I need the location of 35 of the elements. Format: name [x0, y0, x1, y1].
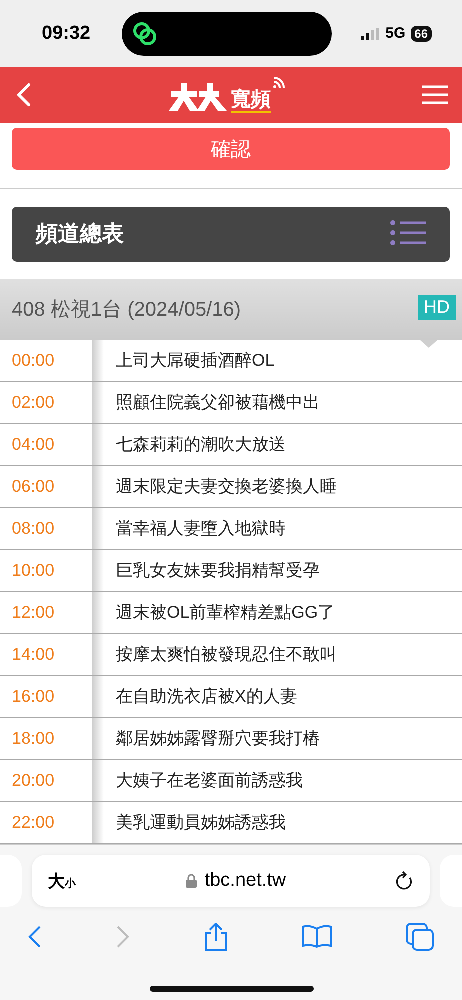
program-time: 06:00	[11, 476, 56, 498]
tabs-icon[interactable]	[406, 923, 434, 952]
wifi-icon	[273, 77, 285, 90]
share-icon[interactable]	[204, 923, 228, 952]
program-time: 04:00	[11, 434, 56, 456]
program-time: 16:00	[11, 686, 56, 708]
battery-indicator: 66	[410, 26, 432, 42]
channel-list-bar[interactable]: 頻道總表	[12, 207, 450, 262]
link-icon	[132, 20, 158, 47]
network-label: 5G	[386, 25, 406, 42]
menu-icon[interactable]	[422, 85, 448, 106]
text-size-button[interactable]: 大小	[48, 870, 76, 893]
signal-icon	[360, 28, 381, 40]
address-bar[interactable]: 大小 tbc.net.tw	[32, 855, 430, 908]
logo-text: 寬頻	[231, 89, 271, 114]
url-text: tbc.net.tw	[204, 870, 286, 892]
program-time: 20:00	[11, 770, 56, 792]
channel-list-title: 頻道總表	[36, 220, 124, 248]
lock-icon	[186, 874, 197, 888]
program-time: 00:00	[11, 350, 56, 372]
reload-icon[interactable]	[396, 871, 414, 892]
hd-badge: HD	[418, 294, 456, 320]
list-icon[interactable]	[390, 220, 428, 248]
pointer-icon	[420, 340, 438, 348]
program-time: 22:00	[11, 812, 56, 834]
program-time: 02:00	[11, 392, 56, 414]
program-time: 18:00	[11, 728, 56, 750]
bookmarks-icon[interactable]	[302, 925, 332, 950]
channel-title: 408 松視1台 (2024/05/16)	[12, 298, 242, 323]
back-icon[interactable]	[28, 925, 42, 950]
status-time: 09:32	[42, 22, 92, 45]
program-time: 12:00	[11, 602, 56, 624]
program-time: 10:00	[11, 560, 56, 582]
program-time: 14:00	[11, 644, 56, 666]
program-time: 08:00	[11, 518, 56, 540]
